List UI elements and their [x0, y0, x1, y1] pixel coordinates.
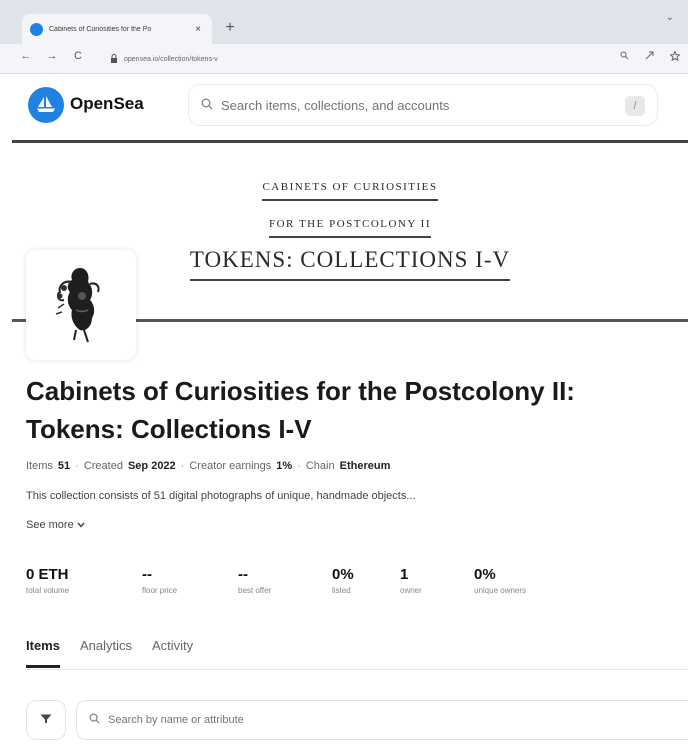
- global-search[interactable]: /: [188, 84, 658, 126]
- lock-icon: [110, 53, 118, 65]
- new-tab-button[interactable]: +: [222, 18, 238, 38]
- search-icon: [201, 98, 213, 113]
- collection-avatar[interactable]: [26, 250, 136, 360]
- tab-activity[interactable]: Activity: [152, 638, 193, 668]
- stat-floor-price: -- floor price: [142, 566, 238, 595]
- tab-analytics[interactable]: Analytics: [80, 638, 132, 668]
- collection-description: This collection consists of 51 digital p…: [26, 490, 416, 502]
- global-search-input[interactable]: [221, 97, 601, 113]
- meta-separator: ·: [297, 460, 301, 472]
- figurine-image: [55, 268, 100, 343]
- opensea-logo-icon[interactable]: [28, 87, 64, 123]
- banner-line-2: FOR THE POSTCOLONY II: [269, 218, 431, 238]
- collection-meta: Items 51 · Created Sep 2022 · Creator ea…: [26, 460, 390, 472]
- meta-separator: ·: [75, 460, 79, 472]
- created-value: Sep 2022: [127, 460, 176, 472]
- stat-value: 0 ETH: [26, 566, 69, 583]
- banner-line-1: CABINETS OF CURIOSITIES: [262, 181, 438, 201]
- back-button[interactable]: ←: [18, 50, 34, 62]
- collection-title: Cabinets of Curiosities for the Postcolo…: [26, 376, 575, 444]
- url-field[interactable]: opensea.io/collection/tokens-v: [102, 48, 602, 70]
- items-value: 51: [57, 460, 71, 472]
- tabs-divider: [26, 669, 688, 670]
- opensea-brand[interactable]: OpenSea: [70, 94, 144, 114]
- stat-label: total volume: [26, 586, 70, 595]
- stat-value: --: [238, 566, 248, 583]
- stat-value: --: [142, 566, 152, 583]
- stat-best-offer: -- best offer: [238, 566, 332, 595]
- meta-separator: ·: [180, 460, 185, 472]
- see-more-label: See more: [26, 519, 74, 531]
- stat-label: floor price: [142, 586, 178, 595]
- window-dropdown-icon[interactable]: ⌄: [666, 12, 674, 23]
- stat-value: 1: [400, 566, 409, 583]
- stat-label: best offer: [238, 586, 272, 595]
- stat-total-volume: 0 ETH total volume: [26, 566, 142, 595]
- chain-label: Chain: [305, 460, 335, 472]
- tab-close-icon[interactable]: ×: [192, 24, 204, 35]
- tab-items[interactable]: Items: [26, 638, 60, 668]
- banner-line-3: TOKENS: COLLECTIONS I-V: [189, 247, 511, 281]
- see-more-button[interactable]: See more: [26, 519, 85, 531]
- browser-tab-bar: Cabinets of Curiosities for the Po × + ⌄: [0, 0, 688, 44]
- item-search[interactable]: [76, 700, 688, 740]
- filter-toggle-button[interactable]: [26, 700, 66, 740]
- stat-owner: 1 owner: [400, 566, 474, 595]
- chevron-down-icon: [77, 519, 85, 531]
- creator-earnings-value: 1%: [276, 460, 293, 472]
- stat-listed: 0% listed: [332, 566, 400, 595]
- items-label: Items: [26, 460, 53, 472]
- stat-value: 0%: [332, 566, 354, 583]
- creator-earnings-label: Creator earnings: [189, 460, 272, 472]
- browser-address-bar: ← → C opensea.io/collection/tokens-v: [0, 44, 688, 74]
- zoom-icon[interactable]: [620, 51, 629, 63]
- opensea-favicon-icon: [30, 22, 43, 36]
- forward-button[interactable]: →: [44, 50, 60, 62]
- stat-unique-owners: 0% unique owners: [474, 566, 574, 595]
- share-icon[interactable]: [645, 51, 654, 63]
- browser-tab[interactable]: Cabinets of Curiosities for the Po ×: [22, 14, 212, 44]
- created-label: Created: [83, 460, 123, 472]
- filter-icon: [40, 711, 52, 729]
- item-search-input[interactable]: [108, 714, 608, 726]
- bookmark-star-icon[interactable]: [669, 50, 681, 63]
- chain-value: Ethereum: [339, 460, 391, 472]
- browser-tab-title: Cabinets of Curiosities for the Po: [49, 25, 152, 33]
- stat-label: listed: [332, 586, 351, 595]
- stat-value: 0%: [474, 566, 496, 583]
- collection-tabs: Items Analytics Activity: [26, 638, 193, 668]
- collection-stats: 0 ETH total volume -- floor price -- bes…: [26, 566, 574, 595]
- opensea-header: OpenSea /: [12, 74, 688, 140]
- stat-label: owner: [400, 586, 422, 595]
- slash-shortcut-key: /: [625, 96, 645, 116]
- reload-button[interactable]: C: [70, 50, 86, 62]
- url-text: opensea.io/collection/tokens-v: [124, 55, 218, 63]
- search-icon: [89, 711, 100, 729]
- stat-label: unique owners: [474, 586, 527, 595]
